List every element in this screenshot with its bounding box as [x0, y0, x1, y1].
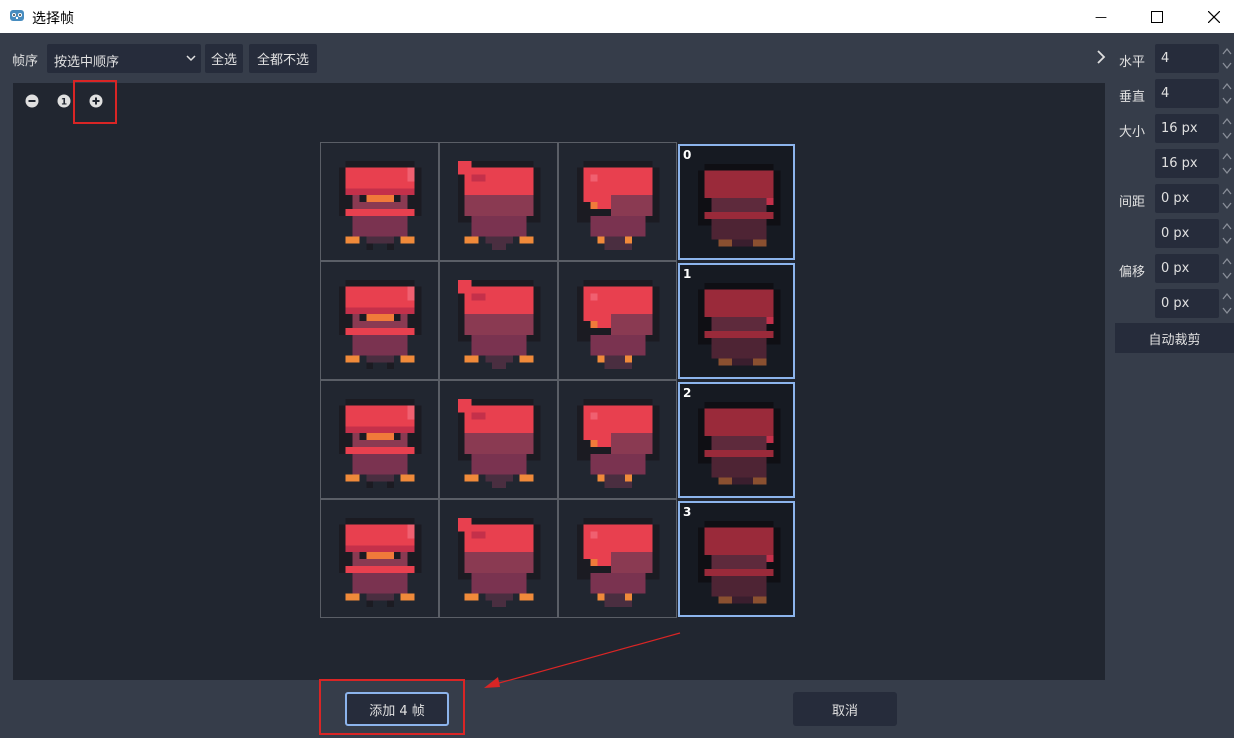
sprite-frame-image: [457, 398, 541, 489]
vertical-spinbox[interactable]: 4: [1155, 79, 1219, 108]
svg-text:1: 1: [61, 98, 67, 108]
sprite-frame-image: [697, 401, 781, 485]
frame-index-label: 3: [683, 505, 692, 519]
horizontal-spinbox[interactable]: 4: [1155, 44, 1219, 73]
title-bar: 选择帧 —: [0, 0, 1234, 33]
frame-cell[interactable]: [320, 142, 439, 261]
chevron-right-icon[interactable]: [1096, 50, 1106, 64]
offset-x-spinbox[interactable]: 0 px: [1155, 254, 1219, 283]
sprite-frame-image: [697, 282, 781, 366]
frame-cell-selected[interactable]: 0: [678, 144, 795, 260]
sprite-frame-image: [697, 520, 781, 604]
separation-x-spinbox[interactable]: 0 px: [1155, 184, 1219, 213]
separation-label: 间距: [1119, 195, 1146, 210]
separation-x-value: 0 px: [1161, 191, 1190, 206]
select-all-label: 全选: [210, 53, 237, 68]
spin-arrows-icon[interactable]: [1221, 114, 1233, 143]
spin-arrows-icon[interactable]: [1221, 219, 1233, 248]
zoom-reset-icon[interactable]: 1: [57, 94, 71, 108]
sprite-frame-image: [338, 517, 422, 608]
sprite-frame-image: [697, 163, 781, 247]
frame-cell[interactable]: [558, 261, 677, 380]
select-none-label: 全都不选: [256, 53, 309, 68]
frame-index-label: 2: [683, 386, 692, 400]
frame-order-label: 帧序: [12, 54, 39, 69]
auto-slice-label: 自动裁剪: [1148, 332, 1201, 348]
size-y-spinbox[interactable]: 16 px: [1155, 149, 1219, 178]
sprite-frame-image: [457, 517, 541, 608]
close-button[interactable]: [1186, 0, 1234, 33]
sprite-frame-image: [457, 279, 541, 370]
zoom-out-icon[interactable]: [25, 94, 39, 108]
offset-x-value: 0 px: [1161, 261, 1190, 276]
window-title: 选择帧: [32, 11, 74, 27]
spin-arrows-icon[interactable]: [1221, 44, 1233, 73]
frame-cell[interactable]: [439, 142, 558, 261]
size-x-spinbox[interactable]: 16 px: [1155, 114, 1219, 143]
sprite-frame-image: [457, 160, 541, 251]
sprite-frame-image: [576, 160, 660, 251]
frame-cell[interactable]: [558, 499, 677, 618]
zoom-in-highlight-box: [73, 80, 117, 124]
horizontal-value: 4: [1161, 51, 1170, 66]
frame-index-label: 0: [683, 148, 692, 162]
add-frames-button[interactable]: 添加 4 帧: [345, 692, 449, 726]
offset-y-spinbox[interactable]: 0 px: [1155, 289, 1219, 318]
separation-y-value: 0 px: [1161, 226, 1190, 241]
close-icon: [1208, 10, 1220, 23]
spin-arrows-icon[interactable]: [1221, 184, 1233, 213]
frame-order-dropdown[interactable]: 按选中顺序: [47, 44, 201, 73]
vertical-value: 4: [1161, 86, 1170, 101]
size-label: 大小: [1119, 125, 1146, 140]
horizontal-label: 水平: [1119, 55, 1146, 70]
frame-cell[interactable]: [439, 499, 558, 618]
frame-cell[interactable]: [320, 499, 439, 618]
sprite-frame-image: [576, 398, 660, 489]
offset-label: 偏移: [1119, 265, 1146, 280]
frame-cell-selected[interactable]: 2: [678, 382, 795, 498]
size-y-value: 16 px: [1161, 156, 1198, 171]
minimize-icon: —: [1095, 9, 1107, 24]
sprite-frame-image: [338, 279, 422, 370]
frame-cell[interactable]: [439, 261, 558, 380]
sprite-frame-image: [338, 160, 422, 251]
minimize-button[interactable]: —: [1073, 0, 1129, 33]
maximize-button[interactable]: [1129, 0, 1185, 33]
vertical-label: 垂直: [1119, 90, 1146, 105]
spin-arrows-icon[interactable]: [1221, 254, 1233, 283]
godot-app-icon: [10, 10, 24, 21]
frame-order-value: 按选中顺序: [54, 55, 120, 70]
separation-y-spinbox[interactable]: 0 px: [1155, 219, 1219, 248]
select-none-button[interactable]: 全都不选: [249, 44, 317, 73]
frame-cell[interactable]: [320, 261, 439, 380]
spin-arrows-icon[interactable]: [1221, 289, 1233, 318]
add-frames-label: 添加 4 帧: [369, 703, 425, 719]
sprite-frame-image: [576, 517, 660, 608]
maximize-icon: [1151, 10, 1163, 23]
frame-index-label: 1: [683, 267, 692, 281]
sprite-frame-image: [576, 279, 660, 370]
frame-cell[interactable]: [320, 380, 439, 499]
frame-cell[interactable]: [439, 380, 558, 499]
spin-arrows-icon[interactable]: [1221, 79, 1233, 108]
auto-slice-button[interactable]: 自动裁剪: [1115, 323, 1234, 353]
offset-y-value: 0 px: [1161, 296, 1190, 311]
size-x-value: 16 px: [1161, 121, 1198, 136]
frame-cell[interactable]: [558, 380, 677, 499]
chevron-down-icon: [186, 55, 196, 62]
frame-grid: 0 1 2 3: [320, 142, 796, 619]
cancel-label: 取消: [831, 703, 858, 719]
spin-arrows-icon[interactable]: [1221, 149, 1233, 178]
sprite-frame-image: [338, 398, 422, 489]
frame-cell-selected[interactable]: 3: [678, 501, 795, 617]
frame-cell-selected[interactable]: 1: [678, 263, 795, 379]
cancel-button[interactable]: 取消: [793, 692, 897, 726]
select-all-button[interactable]: 全选: [205, 44, 243, 73]
frame-cell[interactable]: [558, 142, 677, 261]
annotation-arrow: [484, 632, 681, 688]
